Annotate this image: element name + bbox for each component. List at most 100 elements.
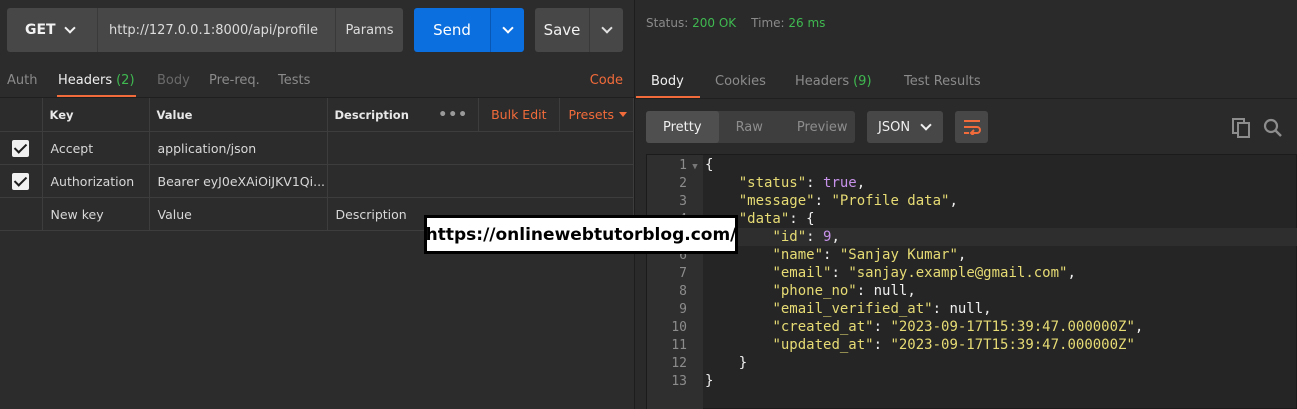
more-options-icon[interactable]: ••• [428, 98, 480, 131]
format-label: JSON [878, 119, 911, 135]
json-key: "name" [772, 247, 824, 263]
tab-test-results-label: Test Results [904, 73, 981, 89]
tab-cookies[interactable]: Cookies [715, 63, 766, 99]
send-options-button[interactable] [490, 8, 524, 52]
checkbox-column-header [0, 98, 43, 132]
header-description[interactable] [327, 131, 634, 165]
tab-response-body-label: Body [651, 73, 684, 89]
checkbox-checked[interactable] [12, 139, 30, 157]
key-column-header: Key [42, 98, 150, 132]
line-number: 1 [679, 158, 687, 173]
tab-test-results[interactable]: Test Results [904, 63, 981, 99]
tab-auth[interactable]: Auth [7, 62, 37, 98]
view-preview-button[interactable]: Preview [780, 111, 865, 143]
tab-headers-count: (2) [116, 72, 135, 88]
row-checkbox-cell [0, 164, 43, 198]
response-pane: Status: 200 OK Time: 26 ms Body Cookies … [635, 0, 1297, 409]
json-key: "id" [772, 229, 807, 245]
response-body-editor[interactable]: 1 ▼{ 2 "status": true, 3 "message": "Prof… [646, 154, 1297, 409]
code-line: 9 "email_verified_at": null, [647, 300, 1297, 318]
tab-body[interactable]: Body [157, 62, 190, 98]
headers-table: Key Value Description ••• Bulk Edit Pres… [0, 98, 634, 231]
line-number: 3 [679, 194, 687, 209]
request-pane: GET http://127.0.0.1:8000/api/profile Pa… [0, 0, 634, 409]
json-key: "status" [738, 175, 807, 191]
wrap-lines-icon [963, 120, 981, 135]
new-value-input[interactable]: Value [149, 197, 328, 231]
tab-tests[interactable]: Tests [278, 62, 310, 98]
response-status: Status: 200 OK Time: 26 ms [646, 16, 825, 30]
bulk-edit-button[interactable]: Bulk Edit [479, 98, 560, 131]
tab-headers-label: Headers [58, 72, 113, 88]
chevron-down-icon [501, 22, 514, 34]
code-line: 1 ▼{ [647, 156, 1297, 174]
code-line: 4▼ "data": { [647, 210, 1297, 228]
code-line: 5 "id": 9, [647, 228, 1297, 246]
code-link[interactable]: Code [590, 62, 623, 98]
presets-dropdown[interactable]: Presets [560, 107, 627, 122]
view-pretty-button[interactable]: Pretty [646, 111, 719, 143]
header-value[interactable]: application/json [149, 131, 328, 165]
save-options-button[interactable] [589, 8, 623, 52]
json-value: null [873, 283, 908, 299]
time-label: Time: [751, 16, 785, 30]
json-key: "email" [772, 265, 832, 281]
tab-auth-label: Auth [7, 72, 38, 88]
send-button[interactable]: Send [414, 8, 490, 52]
chevron-down-icon [63, 22, 76, 34]
save-button[interactable]: Save [535, 8, 589, 52]
tab-response-body[interactable]: Body [636, 63, 700, 99]
row-checkbox-cell [0, 197, 43, 231]
tab-headers[interactable]: Headers (2) [57, 62, 136, 98]
json-code: 1 ▼{ 2 "status": true, 3 "message": "Prof… [647, 156, 1297, 390]
json-key: "created_at" [772, 319, 874, 335]
chevron-down-icon [920, 119, 932, 131]
view-raw-button[interactable]: Raw [719, 111, 780, 143]
code-line: 7 "email": "sanjay.example@gmail.com", [647, 264, 1297, 282]
line-number: 9 [679, 302, 687, 317]
method-select[interactable]: GET [7, 8, 97, 52]
format-select[interactable]: JSON [867, 111, 943, 143]
code-line: 2 "status": true, [647, 174, 1297, 192]
caret-down-icon [619, 112, 627, 117]
line-number: 11 [671, 338, 687, 353]
time-value: 26 ms [788, 16, 826, 30]
params-button[interactable]: Params [335, 8, 403, 52]
json-key: "email_verified_at" [772, 301, 933, 317]
header-value[interactable]: Bearer eyJ0eXAiOiJKV1Qi... [149, 164, 328, 198]
table-header-row: Key Value Description ••• Bulk Edit Pres… [0, 98, 634, 132]
wrap-lines-button[interactable] [955, 111, 988, 143]
json-value: "Sanjay Kumar" [839, 247, 958, 263]
header-key[interactable]: Accept [42, 131, 150, 165]
code-line: 11 "updated_at": "2023-09-17T15:39:47.00… [647, 336, 1297, 354]
watermark-url: https://onlinewebtutorblog.com/ [424, 215, 738, 254]
new-key-input[interactable]: New key [42, 197, 150, 231]
json-value: 9 [823, 229, 832, 245]
view-mode-group: Pretty Raw Preview [646, 111, 855, 143]
line-number: 7 [679, 266, 687, 281]
method-label: GET [25, 22, 56, 38]
json-value: "2023-09-17T15:39:47.000000Z" [890, 337, 1135, 353]
code-line: 10 "created_at": "2023-09-17T15:39:47.00… [647, 318, 1297, 336]
description-column-header: Description [327, 98, 428, 132]
json-value: "sanjay.example@gmail.com" [848, 265, 1068, 281]
response-tabs: Body Cookies Headers (9) Test Results [635, 63, 1297, 99]
tab-prerequest[interactable]: Pre-req. [209, 62, 260, 98]
json-value: "Profile data" [831, 193, 950, 209]
line-number: 2 [679, 176, 687, 191]
value-column-header: Value [149, 98, 328, 132]
search-icon[interactable] [1263, 118, 1283, 138]
json-key: "phone_no" [772, 283, 857, 299]
tab-prerequest-label: Pre-req. [209, 72, 260, 88]
code-line: 8 "phone_no": null, [647, 282, 1297, 300]
checkbox-checked[interactable] [12, 172, 30, 190]
tab-response-headers[interactable]: Headers (9) [795, 63, 872, 99]
divider [635, 98, 1297, 99]
status-label: Status: [646, 16, 689, 30]
header-key[interactable]: Authorization [42, 164, 150, 198]
url-input[interactable]: http://127.0.0.1:8000/api/profile [97, 8, 335, 52]
copy-icon[interactable] [1231, 118, 1251, 138]
json-value: null [949, 301, 984, 317]
request-tabs: Auth Headers (2) Body Pre-req. Tests Code [0, 62, 634, 98]
header-description[interactable] [327, 164, 634, 198]
